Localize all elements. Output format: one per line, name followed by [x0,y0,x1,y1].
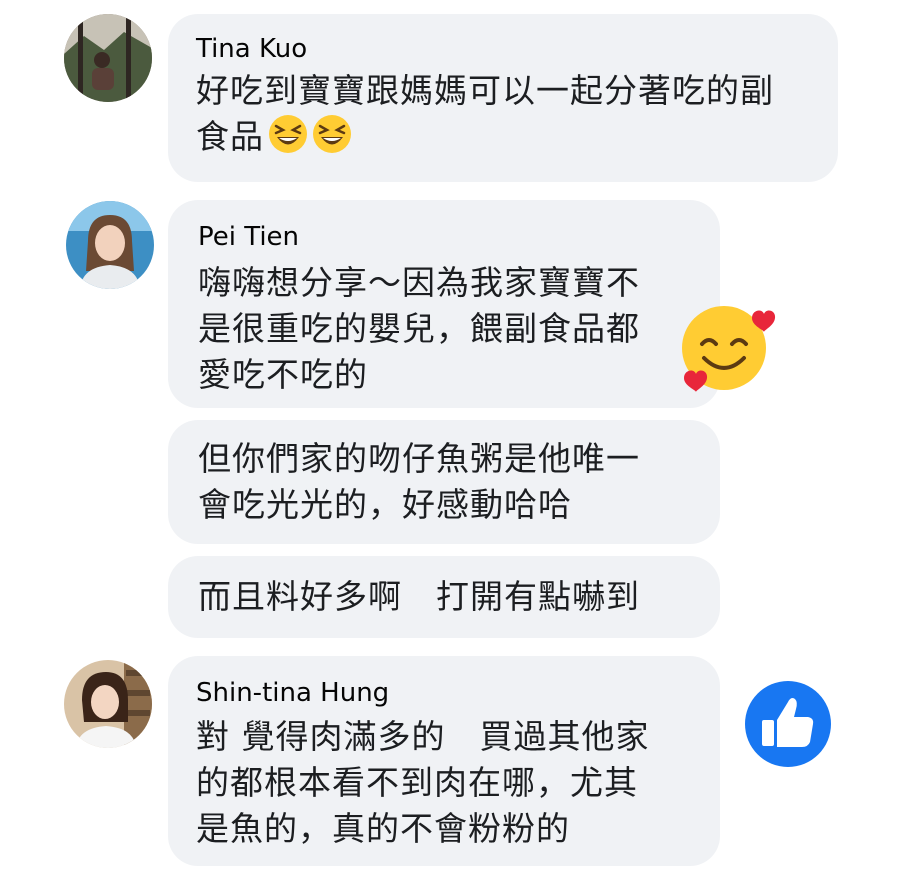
comment-line: 的都根本看不到肉在哪，尤其 [196,763,638,802]
comment-text: 而且料好多啊 打開有點嚇到 [198,574,640,620]
comment-line: 會吃光光的，好感動哈哈 [198,485,572,524]
comment-text: 好吃到寶寶跟媽媽可以一起分著吃的副 食品 [196,68,774,160]
avatar-tina-kuo[interactable] [64,14,152,102]
comment-line: 嗨嗨想分享～因為我家寶寶不 [198,263,640,302]
avatar-shin-tina-hung[interactable] [64,660,152,748]
commenter-name[interactable]: Tina Kuo [196,34,307,64]
smiling-face-with-hearts-emoji [682,306,776,392]
grinning-squinting-face-emoji [269,115,307,153]
comment-line: 而且料好多啊 打開有點嚇到 [198,577,640,616]
avatar-photo [64,14,152,102]
comment-line: 愛吃不吃的 [198,355,368,394]
avatar-photo [66,201,154,289]
comment-line: 對 覺得肉滿多的 買過其他家 [196,717,650,756]
comment-line: 食品 [196,114,774,160]
comment-text: 但你們家的吻仔魚粥是他唯一 會吃光光的，好感動哈哈 [198,436,640,528]
comment-line: 是魚的，真的不會粉粉的 [196,809,570,848]
grinning-squinting-face-emoji [313,115,351,153]
comment-line: 但你們家的吻仔魚粥是他唯一 [198,439,640,478]
like-icon[interactable] [744,680,832,768]
comment-line: 好吃到寶寶跟媽媽可以一起分著吃的副 [196,71,774,110]
avatar-pei-tien[interactable] [66,201,154,289]
comment-line-text: 食品 [196,117,264,156]
commenter-name[interactable]: Pei Tien [198,222,299,252]
comment-text: 嗨嗨想分享～因為我家寶寶不 是很重吃的嬰兒，餵副食品都 愛吃不吃的 [198,260,640,398]
comment-line: 是很重吃的嬰兒，餵副食品都 [198,309,640,348]
comment-text: 對 覺得肉滿多的 買過其他家 的都根本看不到肉在哪，尤其 是魚的，真的不會粉粉的 [196,714,650,852]
commenter-name[interactable]: Shin-tina Hung [196,678,389,708]
avatar-photo [64,660,152,748]
